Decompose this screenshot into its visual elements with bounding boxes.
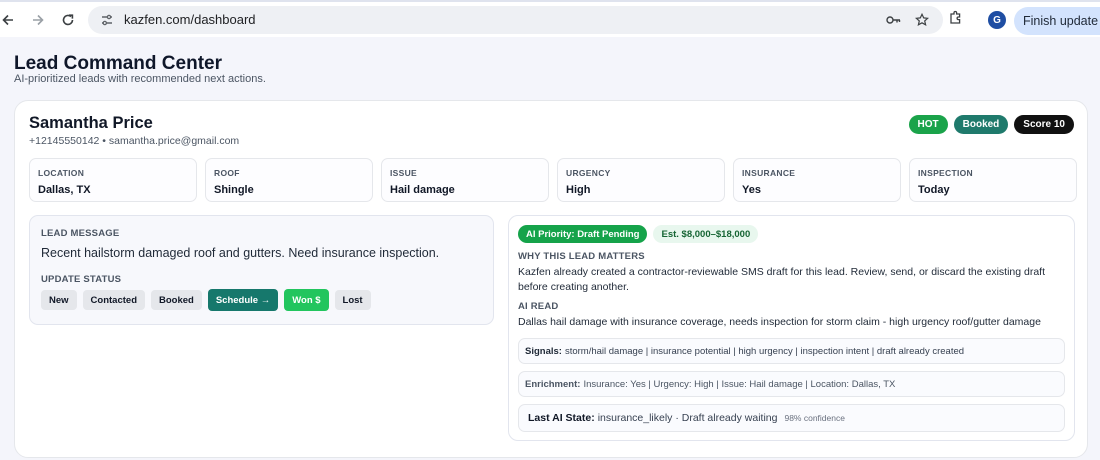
field-label: LOCATION xyxy=(38,168,85,178)
field-value: Shingle xyxy=(214,184,254,196)
roof-field: ROOF Shingle xyxy=(205,158,373,202)
ai-insight-panel: AI Priority: Draft Pending Est. $8,000–$… xyxy=(508,215,1075,441)
field-value: Hail damage xyxy=(390,184,455,196)
confidence-text: 98% confidence xyxy=(784,413,845,423)
score-badge: Score 10 xyxy=(1014,115,1074,134)
lead-message-label: LEAD MESSAGE xyxy=(41,228,120,239)
field-label: INSURANCE xyxy=(742,168,796,178)
inspection-field: INSPECTION Today xyxy=(909,158,1077,202)
ai-header: AI Priority: Draft Pending Est. $8,000–$… xyxy=(518,225,759,243)
profile-avatar[interactable]: G xyxy=(988,11,1006,29)
address-bar[interactable]: kazfen.com/dashboard xyxy=(88,5,943,34)
forward-arrow-icon[interactable] xyxy=(24,6,52,34)
location-field: LOCATION Dallas, TX xyxy=(29,158,197,202)
page-title: Lead Command Center xyxy=(14,53,222,74)
ai-priority-badge: AI Priority: Draft Pending xyxy=(518,225,648,243)
field-value: Today xyxy=(918,184,950,196)
ai-read-label: AI READ xyxy=(518,301,559,312)
lead-fields: LOCATION Dallas, TX ROOF Shingle ISSUE H… xyxy=(29,158,1077,202)
finish-update-button[interactable]: Finish update ⋮ xyxy=(1014,7,1100,35)
lead-message-panel: LEAD MESSAGE Recent hailstorm damaged ro… xyxy=(29,215,494,325)
status-booked-button[interactable]: Booked xyxy=(151,290,202,310)
hot-badge: HOT xyxy=(908,115,948,134)
status-won-button[interactable]: Won $ xyxy=(284,289,329,311)
site-info-icon[interactable] xyxy=(98,11,116,29)
last-ai-state-label: Last AI State: xyxy=(528,412,595,424)
booked-badge: Booked xyxy=(953,115,1009,134)
issue-field: ISSUE Hail damage xyxy=(381,158,549,202)
signals-text: storm/hail damage | insurance potential … xyxy=(564,345,965,357)
password-key-icon[interactable] xyxy=(885,11,903,29)
enrichment-row: Enrichment: Insurance: Yes | Urgency: Hi… xyxy=(518,371,1065,397)
field-label: ISSUE xyxy=(390,168,418,178)
lead-badges: HOT Booked Score 10 xyxy=(908,115,1074,134)
status-contacted-button[interactable]: Contacted xyxy=(82,290,145,310)
field-value: Yes xyxy=(742,184,761,196)
schedule-button[interactable]: Schedule → xyxy=(207,289,279,311)
field-label: INSPECTION xyxy=(918,168,973,178)
lead-contact: +12145550142 • samantha.price@gmail.com xyxy=(29,135,240,147)
field-value: High xyxy=(566,184,591,196)
page-subtitle: AI-prioritized leads with recommended ne… xyxy=(14,73,266,85)
insurance-field: INSURANCE Yes xyxy=(733,158,901,202)
why-label: WHY THIS LEAD MATTERS xyxy=(518,251,645,262)
signals-label: Signals: xyxy=(525,345,562,357)
enrichment-label: Enrichment: xyxy=(525,378,581,390)
last-ai-state-row: Last AI State: insurance_likely · Draft … xyxy=(518,404,1065,432)
why-text: Kazfen already created a contractor-revi… xyxy=(518,266,1046,293)
field-value: Dallas, TX xyxy=(38,184,91,196)
enrichment-text: Insurance: Yes | Urgency: High | Issue: … xyxy=(583,378,896,390)
field-label: ROOF xyxy=(214,168,240,178)
signals-row: Signals: storm/hail damage | insurance p… xyxy=(518,338,1065,364)
lead-message-text: Recent hailstorm damaged roof and gutter… xyxy=(41,246,440,260)
field-label: URGENCY xyxy=(566,168,611,178)
url-text[interactable]: kazfen.com/dashboard xyxy=(124,12,256,27)
ai-read-text: Dallas hail damage with insurance covera… xyxy=(518,316,1041,328)
reload-icon[interactable] xyxy=(54,6,82,34)
urgency-field: URGENCY High xyxy=(557,158,725,202)
finish-update-label: Finish update xyxy=(1023,14,1099,28)
status-new-button[interactable]: New xyxy=(41,290,77,310)
back-arrow-icon[interactable] xyxy=(0,6,22,34)
status-buttons: New Contacted Booked Schedule → Won $ Lo… xyxy=(41,289,371,311)
lead-card: Samantha Price +12145550142 • samantha.p… xyxy=(14,100,1088,458)
lead-name: Samantha Price xyxy=(29,114,153,132)
browser-toolbar: kazfen.com/dashboard G Finish update ⋮ xyxy=(0,0,1100,37)
estimate-badge: Est. $8,000–$18,000 xyxy=(653,225,759,243)
status-lost-button[interactable]: Lost xyxy=(334,290,371,310)
extensions-puzzle-icon[interactable] xyxy=(946,7,966,27)
last-ai-state-text: insurance_likely · Draft already waiting xyxy=(597,412,778,424)
bookmark-star-icon[interactable] xyxy=(913,11,931,29)
update-status-label: UPDATE STATUS xyxy=(41,274,122,285)
